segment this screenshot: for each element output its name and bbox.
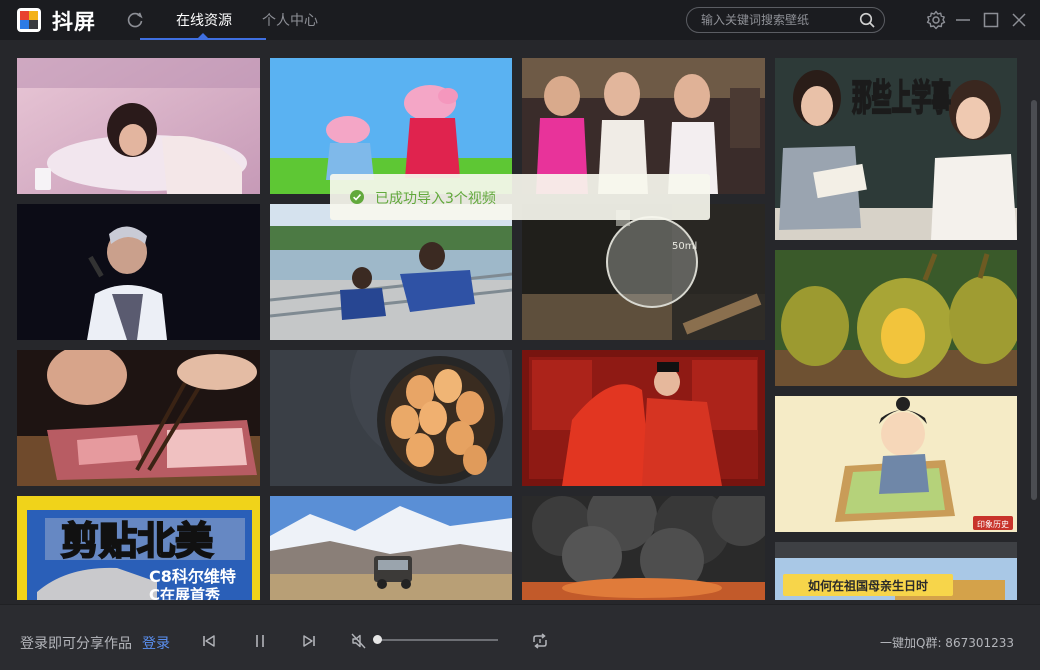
next-track-icon[interactable] (300, 632, 318, 650)
singer-stage-image (17, 204, 260, 340)
snowy-mountain-car-image (270, 496, 512, 600)
minimize-icon[interactable] (953, 10, 973, 30)
app-title: 抖屏 (52, 10, 96, 34)
cartoon-seal-text: 印象历史 (977, 519, 1009, 529)
import-success-toast: 已成功导入3个视频 (330, 174, 710, 220)
wallpaper-thumbnail[interactable]: 剪贴北美 C8科尔维特 C在展首秀 (17, 496, 260, 600)
settings-gear-icon[interactable] (926, 10, 946, 30)
wallpaper-thumbnail[interactable]: 那些上学事 (775, 58, 1017, 240)
glass-flask-image: 50ml (522, 204, 765, 340)
refresh-icon[interactable] (125, 10, 145, 30)
wallpaper-thumbnail[interactable] (17, 204, 260, 340)
wallpaper-thumbnail[interactable] (270, 204, 512, 340)
wallpaper-thumbnail[interactable] (270, 350, 512, 486)
car-title-text: 剪贴北美 (61, 519, 213, 563)
search-icon[interactable] (859, 12, 876, 29)
wallpaper-thumbnail[interactable] (775, 250, 1017, 386)
men-on-railing-image (270, 204, 512, 340)
search-input[interactable] (701, 12, 851, 28)
tab-online-resources[interactable]: 在线资源 (176, 10, 232, 30)
school-title-text: 那些上学事 (852, 77, 951, 119)
maximize-icon[interactable] (981, 10, 1001, 30)
car-show-image: 剪贴北美 C8科尔维特 C在展首秀 (17, 496, 260, 600)
volume-muted-icon[interactable] (350, 632, 368, 650)
volume-slider-track[interactable] (376, 639, 498, 641)
chinese-wedding-image (522, 350, 765, 486)
wallpaper-thumbnail[interactable] (522, 496, 765, 600)
school-drama-image: 那些上学事 (775, 58, 1017, 240)
meat-eating-image (17, 350, 260, 486)
previous-track-icon[interactable] (200, 632, 218, 650)
qq-group-text: 一键加Q群: 867301233 (880, 636, 1015, 650)
woman-bed-image (17, 58, 260, 194)
wallpaper-thumbnail[interactable]: 如何在祖国母亲生日时 (775, 542, 1017, 600)
car-subtitle-1: C8科尔维特 (149, 567, 236, 586)
car-subtitle-2: C在展首秀 (149, 586, 221, 600)
check-circle-icon (350, 190, 364, 204)
share-prompt-text: 登录即可分享作品 (20, 636, 132, 652)
title-bar: 抖屏 在线资源 个人中心 (0, 0, 1040, 40)
login-link[interactable]: 登录 (142, 633, 170, 653)
wallpaper-thumbnail[interactable]: 50ml (522, 204, 765, 340)
wallpaper-thumbnail[interactable] (17, 350, 260, 486)
motherland-birthday-image: 如何在祖国母亲生日时 (775, 542, 1017, 600)
tab-personal-center[interactable]: 个人中心 (262, 10, 318, 30)
loop-repeat-icon[interactable] (531, 632, 549, 650)
toast-message: 已成功导入3个视频 (375, 191, 496, 207)
wallpaper-thumbnail[interactable]: 印象历史 (775, 396, 1017, 532)
player-control-bar: 登录即可分享作品 登录 一键加Q群: 867301233 (0, 604, 1040, 670)
wallpaper-grid: 剪贴北美 C8科尔维特 C在展首秀 50ml 那些上学事 印象历史 如何在祖国母… (0, 40, 1040, 600)
wallpaper-thumbnail[interactable] (270, 496, 512, 600)
close-icon[interactable] (1009, 10, 1029, 30)
search-box (686, 7, 885, 33)
grid-scrollbar[interactable] (1031, 100, 1037, 500)
explosion-smoke-image (522, 496, 765, 600)
volume-slider-knob[interactable] (373, 635, 382, 644)
wallpaper-thumbnail[interactable] (17, 58, 260, 194)
durian-fruit-image (775, 250, 1017, 386)
wallpaper-thumbnail[interactable] (522, 350, 765, 486)
pause-icon[interactable] (251, 632, 269, 650)
app-logo-icon (17, 8, 41, 32)
active-tab-caret (197, 33, 209, 39)
beaker-label-text: 50ml (672, 241, 697, 252)
eggs-bowl-image (270, 350, 512, 486)
motherland-title-text: 如何在祖国母亲生日时 (808, 578, 928, 593)
history-cartoon-image: 印象历史 (775, 396, 1017, 532)
